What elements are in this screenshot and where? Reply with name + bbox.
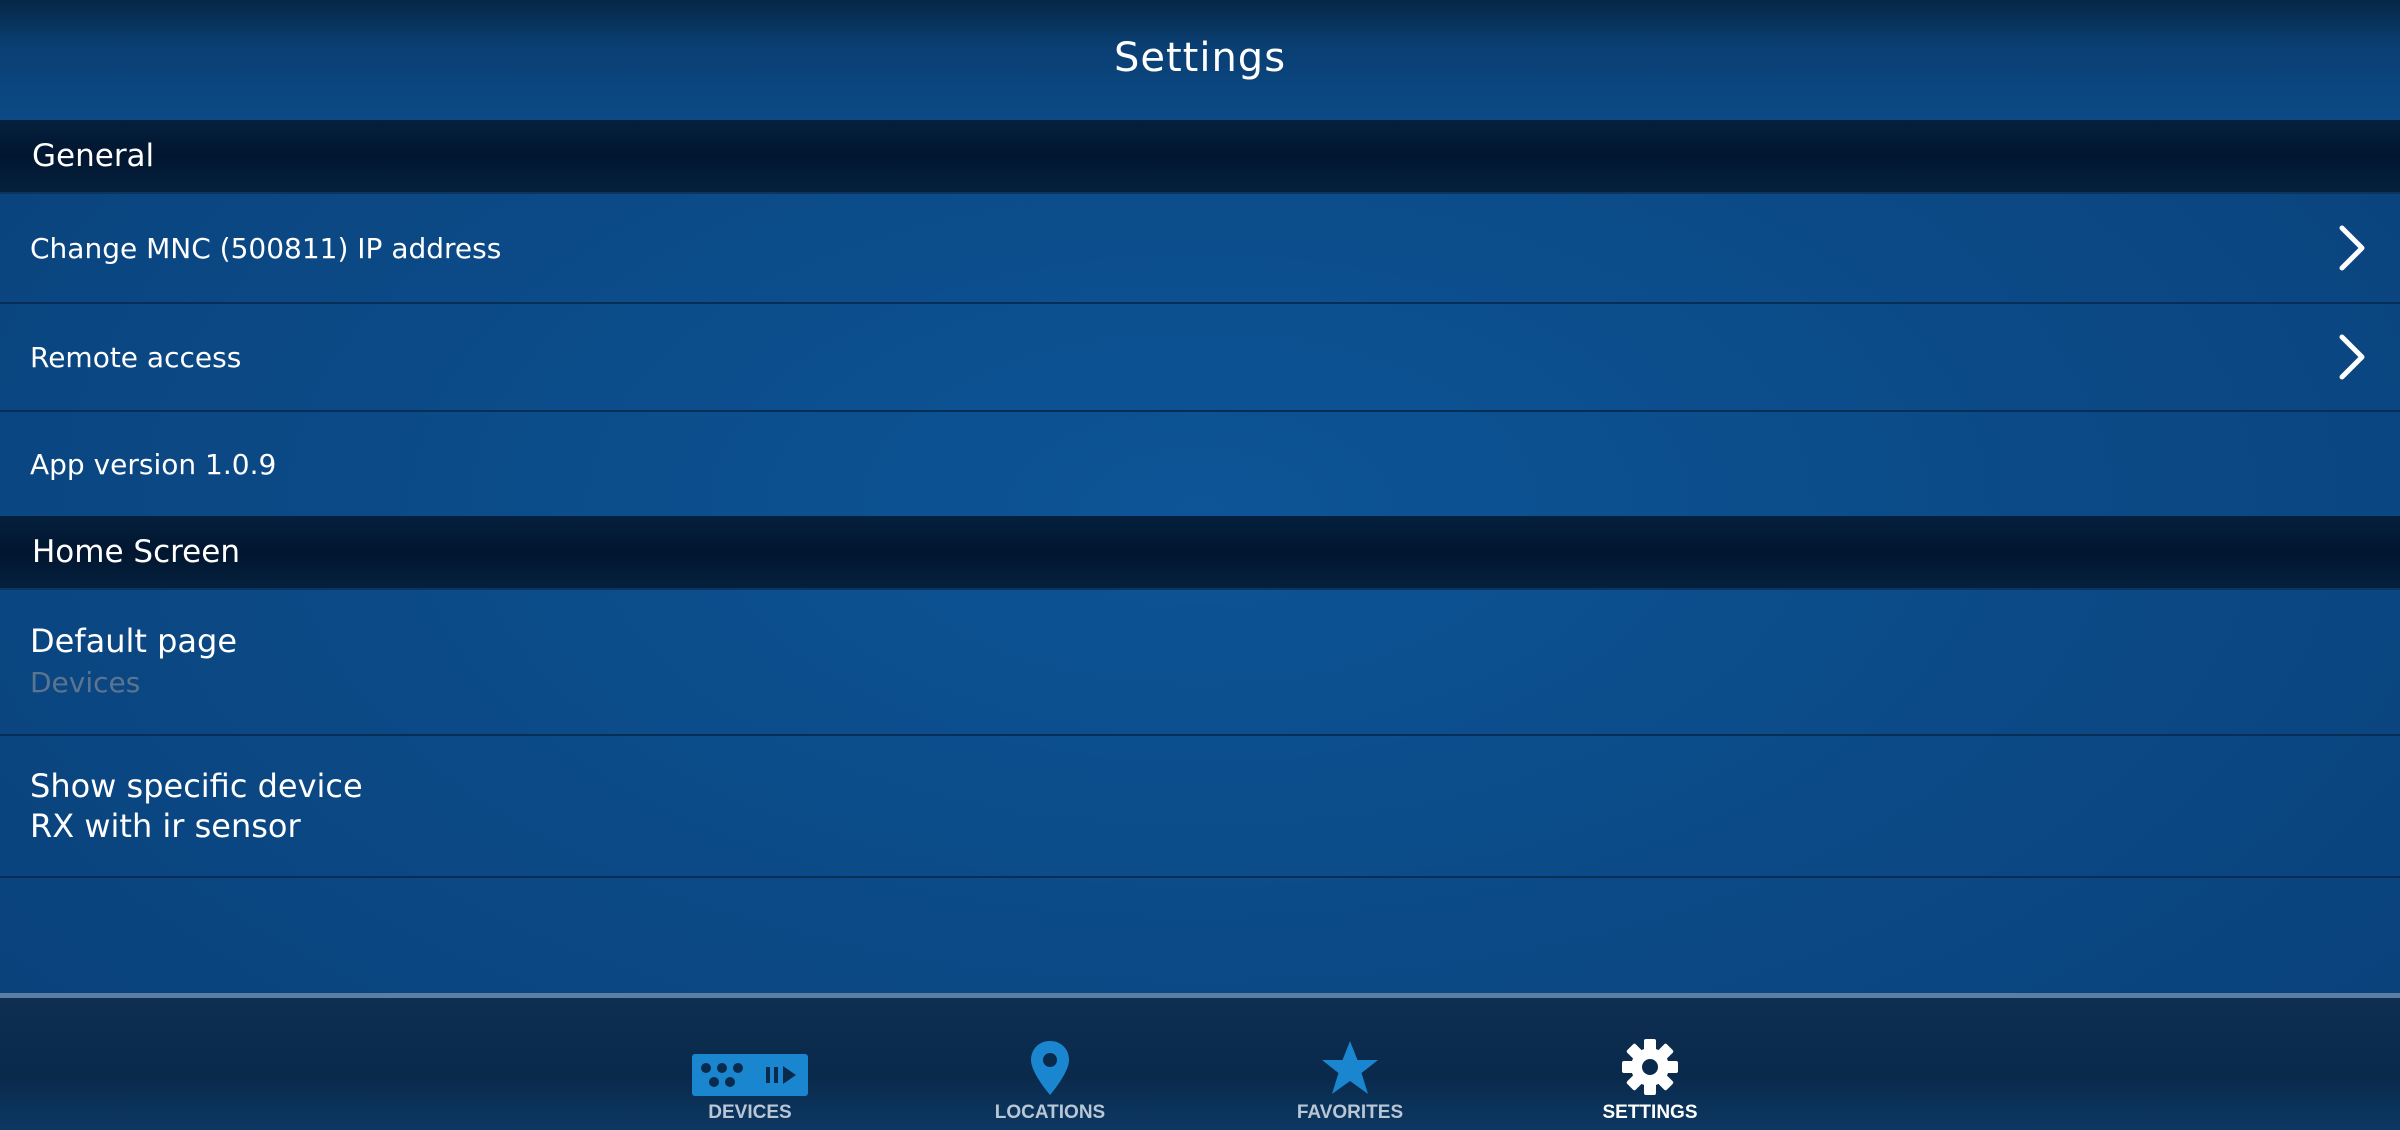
tab-settings[interactable]: SETTINGS [1550,998,1750,1130]
page-title: Settings [1113,35,1287,81]
tab-devices[interactable]: DEVICES [650,998,850,1130]
tab-label: DEVICES [708,1102,792,1123]
chevron-right-icon [2339,225,2365,271]
settings-screen: Settings General Change MNC (500811) IP … [0,0,2400,1130]
default-page-row[interactable]: Default page Devices [0,590,2400,736]
tab-locations[interactable]: LOCATIONS [950,998,1150,1130]
specific-device-value: RX with ir sensor [30,807,301,845]
row-label: Change MNC (500811) IP address [30,231,502,265]
tab-favorites[interactable]: FAVORITES [1250,998,1450,1130]
gear-icon [1622,1039,1678,1095]
remote-access-row[interactable]: Remote access [0,304,2400,412]
section-title: Home Screen [32,534,240,570]
row-label: Remote access [30,340,242,374]
app-version-label: App version 1.0.9 [30,447,277,481]
devices-icon [692,1054,808,1096]
row-label: Show specific device [30,767,363,805]
show-specific-device-row[interactable]: Show specific device RX with ir sensor [0,736,2400,878]
section-title: General [32,138,155,174]
default-page-value: Devices [30,666,141,699]
star-icon [1322,1041,1378,1094]
title-bar: Settings [0,0,2400,120]
location-pin-icon [1031,1041,1069,1095]
tab-label: LOCATIONS [994,1102,1106,1123]
chevron-right-icon [2339,334,2365,380]
change-ip-address-row[interactable]: Change MNC (500811) IP address [0,194,2400,304]
row-label: Default page [30,622,238,660]
bottom-tab-bar: DEVICES LOCATIONS FAVORITES SETTINGS [0,993,2400,1130]
tab-label: FAVORITES [1296,1102,1404,1123]
app-version-row: App version 1.0.9 [0,412,2400,516]
section-header-general: General [0,120,2400,194]
section-header-home-screen: Home Screen [0,516,2400,590]
tab-label: SETTINGS [1602,1102,1698,1123]
